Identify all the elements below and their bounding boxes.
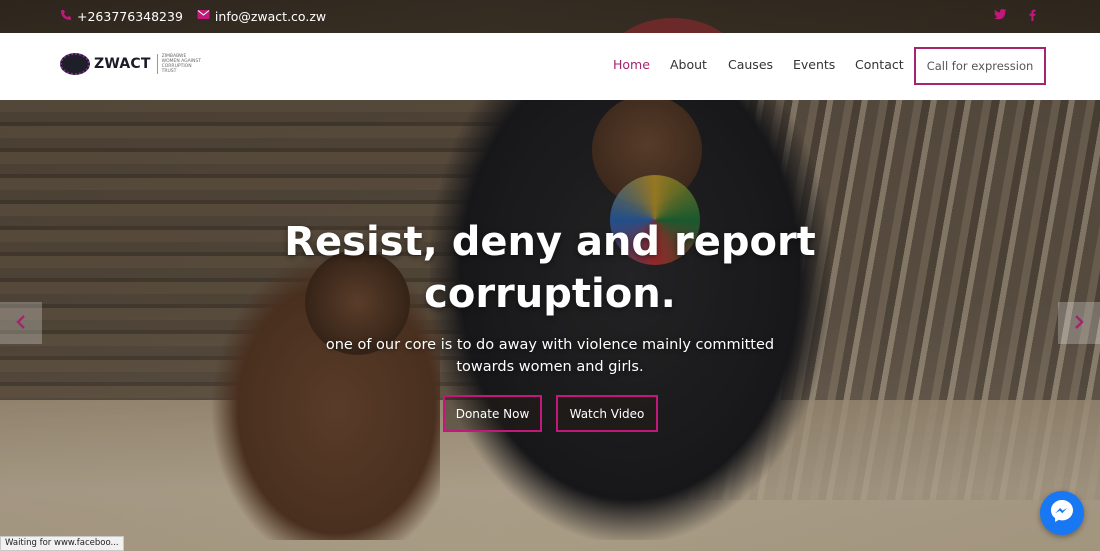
slider-prev-button[interactable]	[0, 302, 42, 344]
nav-causes[interactable]: Causes	[728, 57, 773, 72]
nav-events[interactable]: Events	[793, 57, 835, 72]
site-header: ZWACT ZIMBABWE WOMEN AGAINST CORRUPTION …	[0, 33, 1100, 100]
donate-now-button[interactable]: Donate Now	[443, 395, 542, 432]
logo-subtitle: ZIMBABWE WOMEN AGAINST CORRUPTION TRUST	[161, 54, 202, 74]
phone-icon	[60, 9, 72, 25]
hero-subline: one of our core is to do away with viole…	[325, 337, 775, 375]
watch-video-button[interactable]: Watch Video	[556, 395, 658, 432]
facebook-icon[interactable]	[1029, 9, 1036, 25]
logo-divider	[156, 54, 158, 74]
nav-about[interactable]: About	[670, 57, 707, 72]
messenger-icon	[1049, 498, 1075, 528]
email-address: info@zwact.co.zw	[214, 9, 327, 24]
call-for-expression-button[interactable]: Call for expression	[914, 47, 1046, 85]
email-icon	[197, 9, 210, 24]
chevron-left-icon	[16, 314, 26, 333]
browser-status-bar: Waiting for www.faceboo...	[0, 536, 124, 551]
site-logo[interactable]: ZWACT ZIMBABWE WOMEN AGAINST CORRUPTION …	[60, 53, 206, 75]
social-links	[994, 9, 1036, 25]
slider-next-button[interactable]	[1058, 302, 1100, 344]
messenger-chat-button[interactable]	[1040, 491, 1084, 535]
logo-globe-icon	[60, 53, 90, 75]
phone-number: +263776348239	[77, 9, 183, 24]
contact-topbar: +263776348239 info@zwact.co.zw	[0, 0, 1100, 33]
chevron-right-icon	[1074, 314, 1084, 333]
email-contact[interactable]: info@zwact.co.zw	[197, 9, 326, 24]
nav-home[interactable]: Home	[613, 57, 650, 72]
phone-contact[interactable]: +263776348239	[60, 9, 183, 25]
logo-text: ZWACT	[94, 56, 151, 72]
hero-headline: Resist, deny and report corruption.	[284, 219, 816, 317]
twitter-icon[interactable]	[994, 9, 1007, 25]
nav-contact[interactable]: Contact	[855, 57, 904, 72]
